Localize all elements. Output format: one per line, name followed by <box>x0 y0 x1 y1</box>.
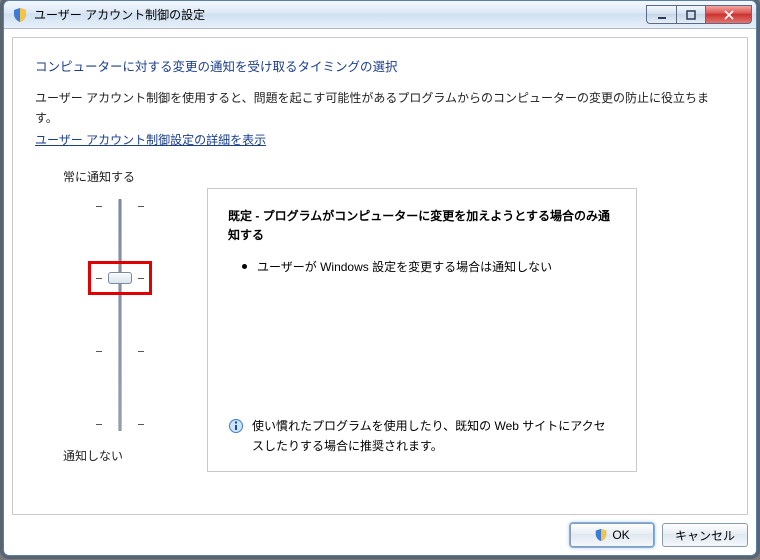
client-area: コンピューターに対する変更の通知を受け取るタイミングの選択 ユーザー アカウント… <box>12 37 748 515</box>
slider-tick <box>96 351 102 353</box>
cancel-button[interactable]: キャンセル <box>662 523 748 547</box>
slider-tick <box>96 206 102 208</box>
slider-tick <box>138 206 144 208</box>
slider-thumb[interactable] <box>108 272 132 284</box>
slider-track <box>119 199 122 431</box>
slider-top-label: 常に通知する <box>55 168 135 185</box>
learn-more-link[interactable]: ユーザー アカウント制御設定の詳細を表示 <box>35 131 725 148</box>
close-button[interactable] <box>706 5 752 24</box>
main-content-row: 常に通知する 通知しない 既定 - プログラムがコンピュータ <box>35 164 725 472</box>
panel-bullet-item: ユーザーが Windows 設定を変更する場合は通知しない <box>228 257 616 277</box>
shield-icon <box>12 7 28 23</box>
slider-tick <box>138 278 144 280</box>
dialog-footer: OK キャンセル <box>12 523 748 547</box>
titlebar[interactable]: ユーザー アカウント制御の設定 <box>4 1 756 29</box>
slider-tick <box>138 351 144 353</box>
info-icon <box>228 418 244 434</box>
panel-title: 既定 - プログラムがコンピューターに変更を加えようとする場合のみ通知する <box>228 207 616 245</box>
slider-column: 常に通知する 通知しない <box>55 164 185 472</box>
uac-settings-window: ユーザー アカウント制御の設定 コンピューターに対する変更の通知を受け取るタイミ… <box>3 0 757 556</box>
bullet-icon <box>242 264 247 269</box>
minimize-button[interactable] <box>646 5 676 24</box>
level-description-panel: 既定 - プログラムがコンピューターに変更を加えようとする場合のみ通知する ユー… <box>207 188 637 472</box>
slider-bottom-label: 通知しない <box>55 447 123 464</box>
ok-button-label: OK <box>612 528 629 542</box>
recommendation-row: 使い慣れたプログラムを使用したり、既知の Web サイトにアクセスしたりする場合… <box>228 416 616 457</box>
window-title: ユーザー アカウント制御の設定 <box>34 6 205 23</box>
description-text: ユーザー アカウント制御を使用すると、問題を起こす可能性があるプログラムからのコ… <box>35 89 725 129</box>
slider-tick <box>96 424 102 426</box>
recommendation-text: 使い慣れたプログラムを使用したり、既知の Web サイトにアクセスしたりする場合… <box>252 416 616 457</box>
window-controls <box>646 5 756 24</box>
notification-level-slider[interactable] <box>84 193 156 437</box>
slider-tick <box>138 424 144 426</box>
page-heading: コンピューターに対する変更の通知を受け取るタイミングの選択 <box>35 56 725 75</box>
slider-tick <box>96 278 102 280</box>
shield-icon <box>594 528 608 542</box>
cancel-button-label: キャンセル <box>675 527 735 544</box>
maximize-button[interactable] <box>676 5 706 24</box>
bullet-text: ユーザーが Windows 設定を変更する場合は通知しない <box>257 257 552 277</box>
ok-button[interactable]: OK <box>570 523 654 547</box>
